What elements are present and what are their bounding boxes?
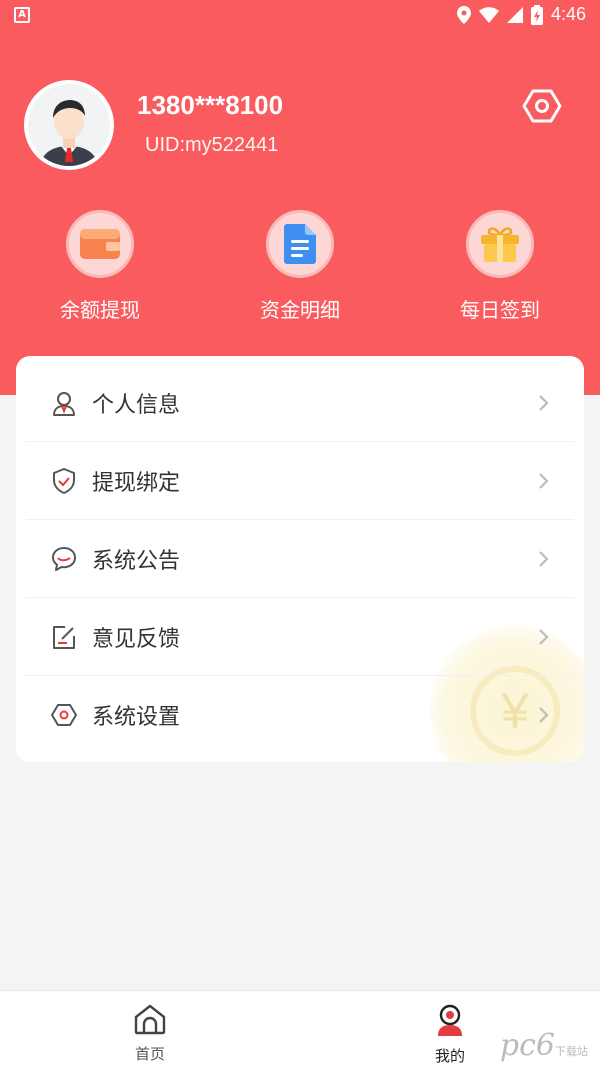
document-icon [284,224,316,264]
watermark: pc6下载站 [499,1028,588,1063]
menu-item-feedback[interactable]: 意见反馈 [26,598,574,676]
signal-icon [506,6,523,23]
quick-action-daily-checkin[interactable]: 每日签到 [430,210,570,323]
nav-mine[interactable]: 我的 [410,1003,490,1066]
user-uid: UID:my522441 [145,134,279,156]
settings-button[interactable] [522,86,562,126]
wifi-icon [478,6,499,23]
wallet-icon [80,229,120,259]
chevron-right-icon [539,707,549,723]
home-icon [134,1004,166,1035]
avatar[interactable] [24,80,114,170]
menu-item-label: 提现绑定 [92,470,181,496]
menu-item-announcements[interactable]: 系统公告 [26,520,574,598]
settings-icon [51,704,77,726]
app-notification-icon: A [14,7,30,23]
header-background [0,0,600,395]
status-bar: A 4:46 [0,0,600,32]
quick-action-label: 每日签到 [460,298,540,322]
nav-label: 首页 [134,1045,165,1063]
nav-home[interactable]: 首页 [110,1003,190,1064]
quick-action-withdraw[interactable]: 余额提现 [30,210,170,323]
chevron-right-icon [539,473,549,489]
avatar-person-icon [28,84,110,166]
menu-card: ¥ 个人信息 提现绑定 系统公告 意见反馈 系统设置 [16,356,584,762]
quick-action-funds-detail[interactable]: 资金明细 [230,210,370,323]
chevron-right-icon [539,395,549,411]
menu-item-system-settings[interactable]: 系统设置 [26,676,574,754]
quick-action-label: 资金明细 [260,298,340,322]
profile-icon [438,1004,462,1036]
hexagon-settings-icon [522,89,562,123]
status-time: 4:46 [550,4,586,24]
user-icon [53,391,75,416]
menu-item-withdraw-binding[interactable]: 提现绑定 [26,442,574,520]
menu-item-label: 系统公告 [92,548,181,574]
menu-item-label: 个人信息 [92,392,181,418]
battery-icon [530,4,543,25]
menu-item-label: 意见反馈 [92,626,181,652]
nav-label: 我的 [434,1047,465,1065]
quick-action-label: 余额提现 [60,298,140,322]
menu-item-label: 系统设置 [92,705,181,730]
gift-icon [481,227,519,262]
chevron-right-icon [539,551,549,567]
shield-icon [53,467,75,494]
user-phone: 1380***8100 [137,90,284,120]
menu-item-personal-info[interactable]: 个人信息 [26,364,574,442]
edit-icon [53,625,75,649]
location-icon [456,5,471,24]
chevron-right-icon [539,629,549,645]
chat-bubble-icon [52,546,76,571]
